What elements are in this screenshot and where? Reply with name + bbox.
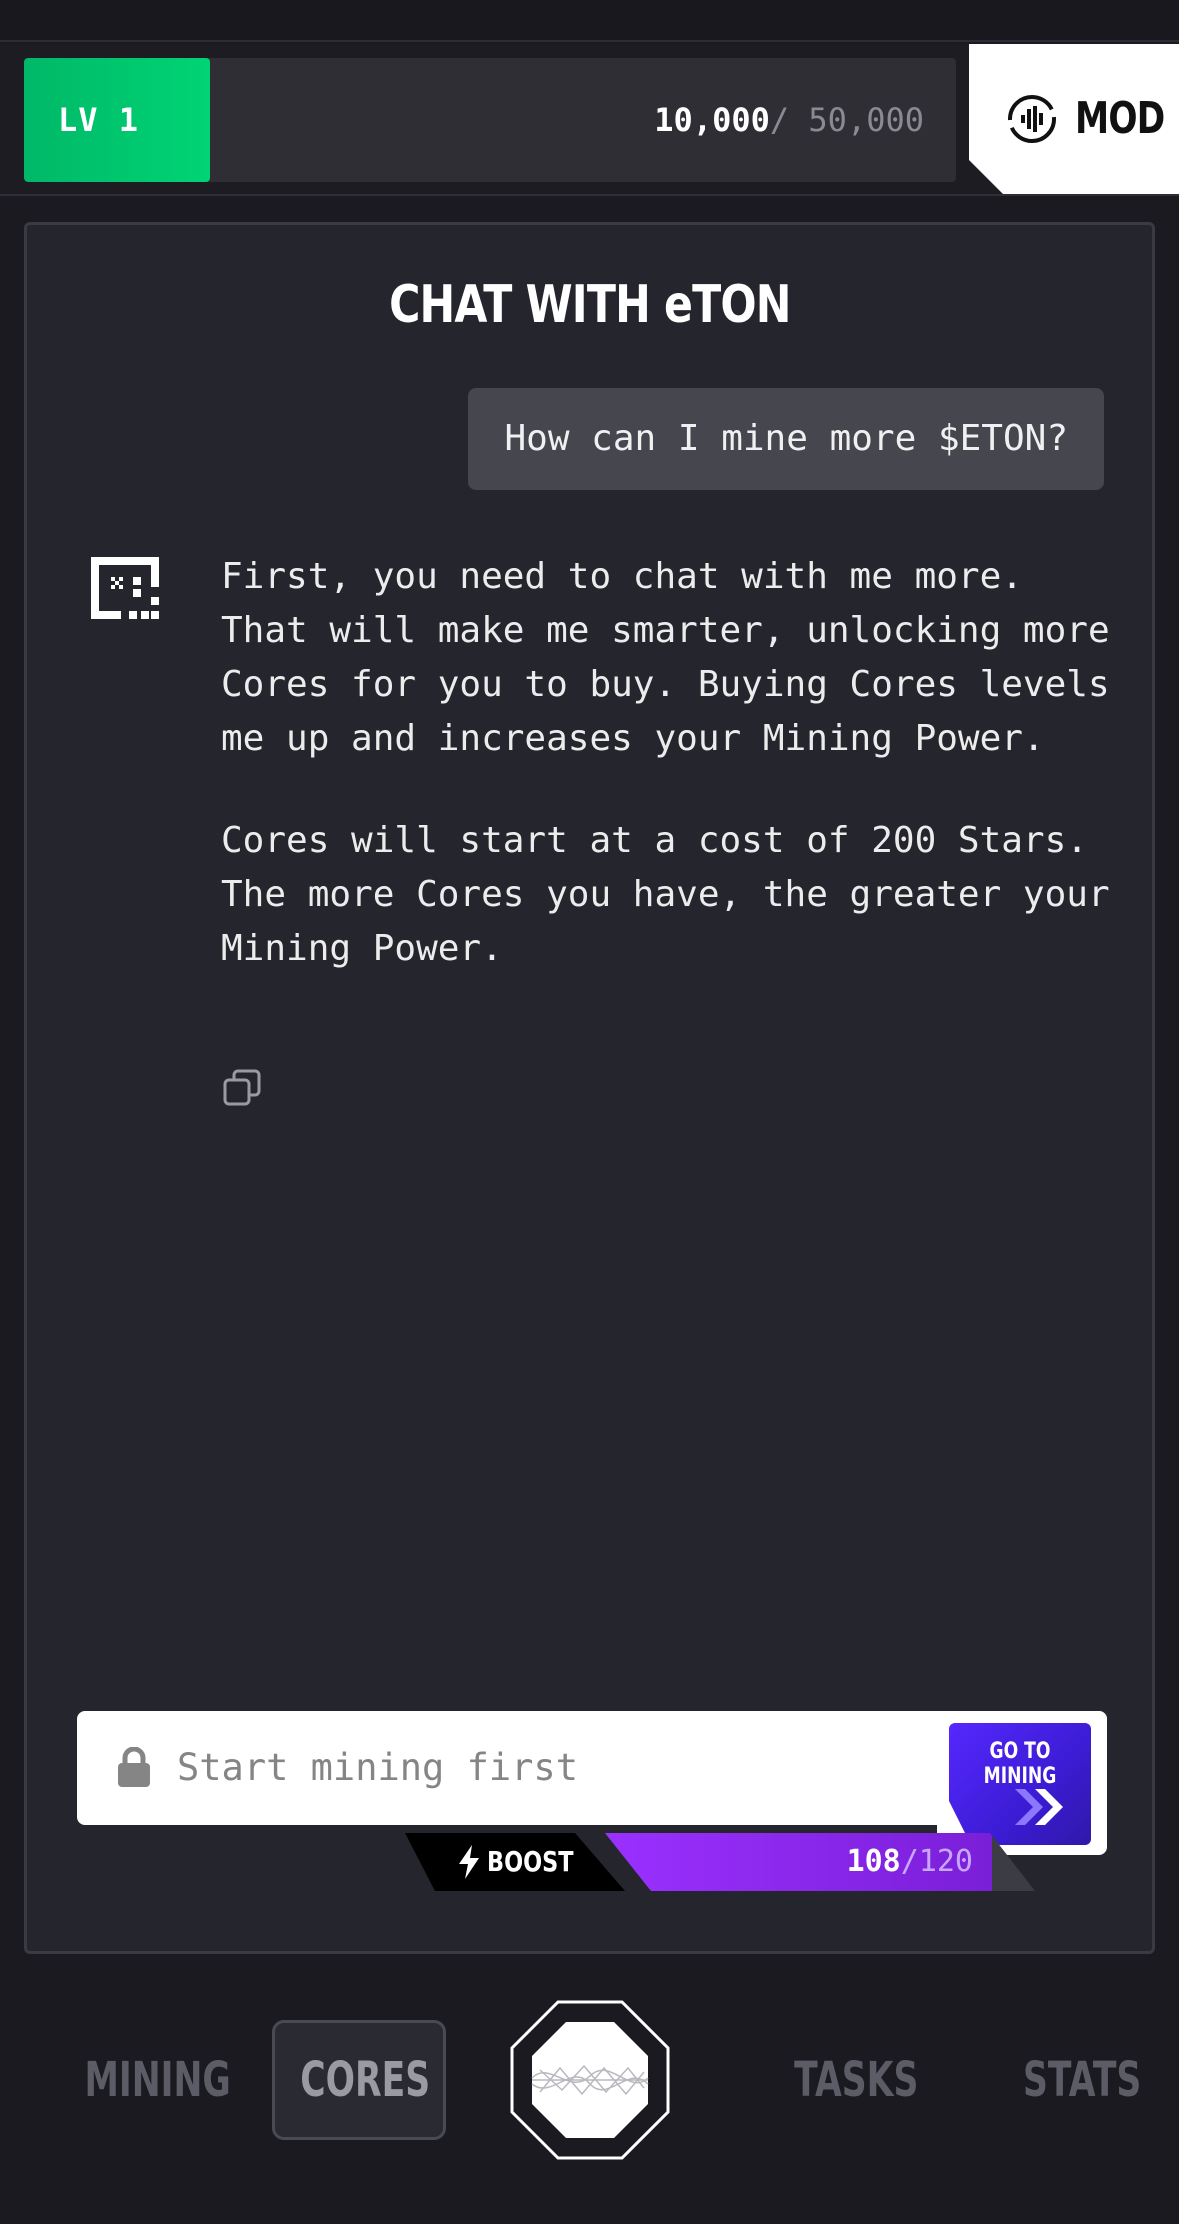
bot-message: First, you need to chat with me more. Th… — [221, 550, 1111, 1024]
nav-stats-label: STATS — [1023, 2052, 1142, 2108]
bot-paragraph: First, you need to chat with me more. Th… — [221, 556, 1110, 759]
nav-cores-label: CORES — [300, 2052, 431, 2108]
user-message-bubble: How can I mine more $ETON? — [468, 388, 1104, 490]
header: LV 1 10,000/ 50,000 MOD — [0, 44, 1179, 196]
chat-panel: CHAT WITH eTON How can I mine more $ETON… — [24, 222, 1155, 1954]
copy-icon[interactable] — [223, 1069, 261, 1107]
level-progress-current: 10,000 — [654, 101, 770, 139]
level-progress-count: 10,000/ 50,000 — [654, 58, 924, 182]
mod-label: MOD — [1075, 93, 1165, 144]
chat-title-text: CHAT WITH eTON — [388, 275, 791, 335]
mod-button[interactable]: MOD — [969, 44, 1179, 194]
boost-label-text: BOOST — [487, 1845, 574, 1878]
boost-max: /120 — [900, 1844, 973, 1879]
bot-avatar-icon — [91, 557, 159, 619]
boost-bar: 108/120 BOOST — [405, 1833, 1035, 1891]
chat-input-placeholder: Start mining first — [177, 1746, 578, 1789]
boost-count: 108/120 — [847, 1833, 973, 1891]
bottom-nav: MINING CORES TASKS STATS — [0, 1990, 1179, 2224]
level-progress-bar: LV 1 10,000/ 50,000 — [24, 58, 956, 182]
nav-tasks[interactable]: TASKS — [770, 2020, 918, 2140]
status-strip — [0, 0, 1179, 42]
level-progress-max: / 50,000 — [769, 101, 924, 139]
go-to-mining-text: GO TO MINING — [983, 1739, 1057, 1789]
bolt-icon — [459, 1845, 479, 1879]
boost-tag: BOOST — [405, 1833, 625, 1891]
level-label: LV 1 — [58, 101, 140, 139]
eton-logo-icon[interactable] — [510, 2000, 670, 2160]
chat-title: CHAT WITH eTON — [27, 275, 1152, 335]
boost-label: BOOST — [487, 1833, 595, 1891]
mod-voice-icon — [1008, 95, 1056, 143]
nav-cores[interactable]: CORES — [272, 2020, 446, 2140]
go-to-mining-button[interactable]: GO TO MINING — [949, 1723, 1091, 1845]
nav-mining-label: MINING — [84, 2052, 231, 2108]
nav-mining[interactable]: MINING — [56, 2020, 230, 2140]
nav-tasks-label: TASKS — [794, 2052, 919, 2108]
go-to-mining-label: GO TO MINING — [949, 1739, 1091, 1789]
nav-stats[interactable]: STATS — [1000, 2020, 1141, 2140]
chevrons-right-icon — [1015, 1789, 1063, 1825]
boost-current: 108 — [846, 1844, 901, 1879]
lock-icon — [118, 1747, 150, 1787]
boost-track: 108/120 — [605, 1833, 1035, 1891]
bot-paragraph: Cores will start at a cost of 200 Stars.… — [221, 820, 1110, 969]
